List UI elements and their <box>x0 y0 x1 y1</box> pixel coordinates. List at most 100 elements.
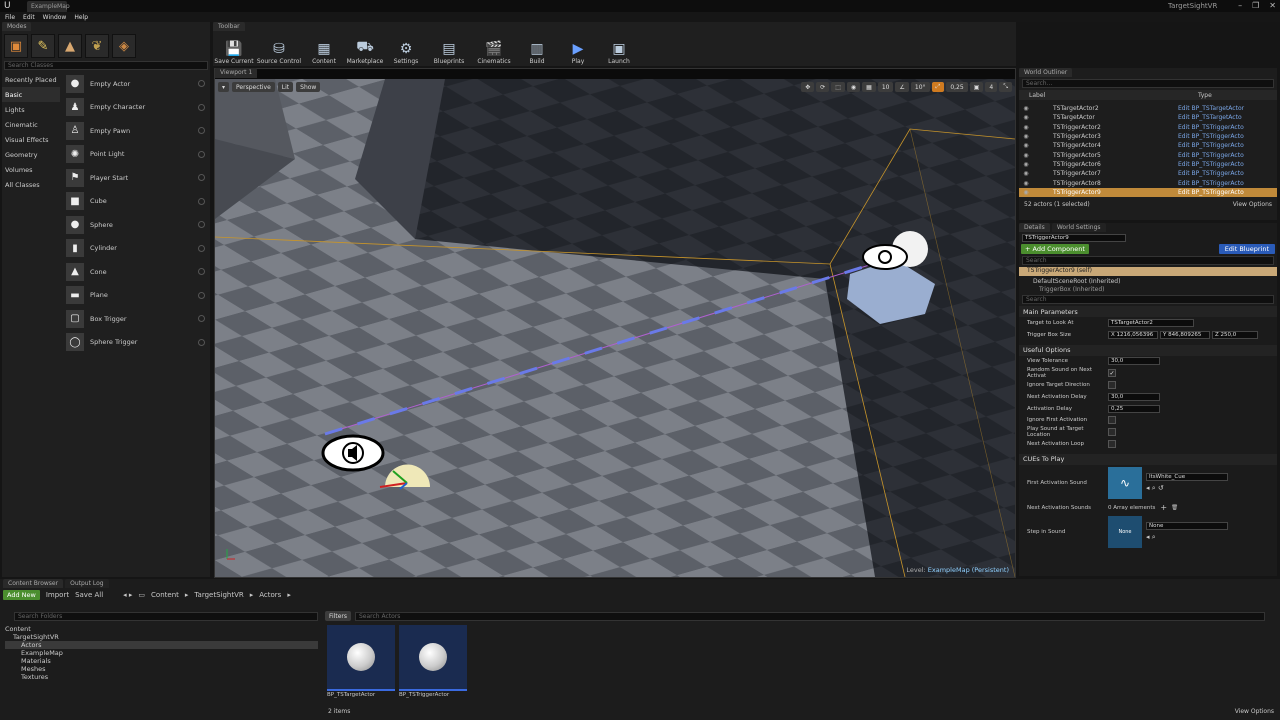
asset-thumbnail[interactable] <box>399 625 467 691</box>
tree-materials[interactable]: Materials <box>5 657 318 665</box>
type-column-header[interactable]: Type <box>1198 92 1212 99</box>
info-icon[interactable] <box>198 268 205 276</box>
info-icon[interactable] <box>198 103 205 111</box>
category-basic[interactable]: Basic <box>2 87 60 102</box>
actor-name-field[interactable]: TSTriggerActor9 <box>1022 234 1126 242</box>
world-outliner-tab[interactable]: World Outliner <box>1019 68 1073 77</box>
maximize-icon[interactable]: ❐ <box>1252 1 1259 10</box>
content-browser-tab[interactable]: Content Browser <box>3 579 64 588</box>
path-targetsightvr[interactable]: TargetSightVR <box>194 591 243 599</box>
random-sound-checkbox[interactable]: ✓ <box>1108 369 1116 378</box>
view-tolerance-input[interactable]: 30,0 <box>1108 357 1160 366</box>
sound-asset-actions[interactable]: ◂ ⌕ ↺ <box>1146 484 1228 493</box>
eye-icon[interactable]: ◉ <box>1019 161 1033 168</box>
asset-thumbnail[interactable] <box>327 625 395 691</box>
search-classes-input[interactable]: Search Classes <box>4 61 208 70</box>
menu-help[interactable]: Help <box>74 14 88 21</box>
menu-edit[interactable]: Edit <box>23 14 35 21</box>
eye-icon[interactable]: ◉ <box>1019 114 1033 121</box>
folder-icon[interactable]: ▭ <box>138 591 145 599</box>
tree-actors[interactable]: Actors <box>5 641 318 649</box>
perspective-button[interactable]: Perspective <box>232 82 275 92</box>
useful-options-section[interactable]: Useful Options <box>1019 344 1277 356</box>
outliner-search-input[interactable]: Search... <box>1022 79 1274 88</box>
edit-blueprint-button[interactable]: Edit Blueprint <box>1218 244 1275 254</box>
info-icon[interactable] <box>198 221 205 229</box>
viewport-panel[interactable]: Viewport 1 ▾ Perspective Lit Show ✥ ⟳ ⬚ … <box>214 68 1016 578</box>
step-sound-dropdown[interactable]: None <box>1146 521 1228 530</box>
place-item[interactable]: ▢ Box Trigger <box>62 307 208 331</box>
menu-file[interactable]: File <box>5 14 15 21</box>
output-log-tab[interactable]: Output Log <box>65 579 109 588</box>
play-button[interactable]: ▶ Play <box>558 31 598 65</box>
component-default-scene-root[interactable]: DefaultSceneRoot (Inherited) <box>1019 276 1277 286</box>
rotation-snap-icon[interactable]: ∠ <box>895 82 909 92</box>
viewport-scene[interactable] <box>215 79 1015 577</box>
menu-window[interactable]: Window <box>43 14 67 21</box>
viewport-options-button[interactable]: ▾ <box>218 82 230 92</box>
add-component-button[interactable]: + Add Component <box>1021 244 1089 254</box>
details-tab[interactable]: Details <box>1019 223 1050 232</box>
outliner-row[interactable]: ◉ TSTriggerActor8 Edit BP_TSTriggerActo <box>1019 178 1277 187</box>
activation-delay-input[interactable]: 0,25 <box>1108 404 1160 413</box>
add-new-button[interactable]: Add New <box>3 590 40 600</box>
tree-content[interactable]: Content <box>5 625 318 633</box>
import-button[interactable]: Import <box>46 591 69 599</box>
source-control-button[interactable]: ⛁ Source Control <box>255 31 303 65</box>
outliner-row-selected[interactable]: ◉ TSTriggerActor9 Edit BP_TSTriggerActo <box>1019 187 1277 197</box>
toolbar-tab[interactable]: Toolbar <box>213 22 245 31</box>
place-item[interactable]: ■ Cube <box>62 190 208 214</box>
cinematics-button[interactable]: 🎬 Cinematics <box>472 31 516 65</box>
rotate-tool-icon[interactable]: ⟳ <box>816 82 830 92</box>
tree-examplemap[interactable]: ExampleMap <box>5 649 318 657</box>
eye-icon[interactable]: ◉ <box>1019 142 1033 149</box>
camera-speed-value[interactable]: 4 <box>985 82 998 92</box>
outliner-row[interactable]: ◉ TSTargetActor Edit BP_TSTargetActo <box>1019 113 1277 122</box>
category-recently-placed[interactable]: Recently Placed <box>2 72 60 87</box>
settings-button[interactable]: ⚙ Settings <box>386 31 426 65</box>
eye-icon[interactable]: ◉ <box>1019 152 1033 159</box>
info-icon[interactable] <box>198 291 205 299</box>
outliner-row[interactable]: ◉ TSTargetActor2 Edit BP_TSTargetActor <box>1019 104 1277 113</box>
place-item[interactable]: ♙ Empty Pawn <box>62 119 208 143</box>
outliner-row[interactable]: ◉ TSTriggerActor4 Edit BP_TSTriggerActo <box>1019 141 1277 150</box>
component-self[interactable]: TSTriggerActor9 (self) <box>1019 267 1277 276</box>
eye-icon[interactable]: ◉ <box>1019 170 1033 177</box>
add-element-icon[interactable]: + <box>1160 503 1167 512</box>
close-icon[interactable]: ✕ <box>1269 1 1276 10</box>
eye-icon[interactable]: ◉ <box>1019 133 1033 140</box>
component-trigger-box[interactable]: TriggerBox (Inherited) <box>1019 286 1277 293</box>
play-at-target-checkbox[interactable] <box>1108 428 1116 437</box>
place-mode-icon[interactable]: ▣ <box>4 34 28 58</box>
trigger-size-z[interactable]: Z 250,0 <box>1212 330 1258 339</box>
blueprints-button[interactable]: ▤ Blueprints <box>427 31 471 65</box>
outliner-row[interactable]: ◉ TSTriggerActor7 Edit BP_TSTriggerActo <box>1019 169 1277 178</box>
place-item[interactable]: ▮ Cylinder <box>62 237 208 261</box>
launch-button[interactable]: ▣ Launch <box>599 31 639 65</box>
ignore-first-checkbox[interactable] <box>1108 416 1116 425</box>
lit-button[interactable]: Lit <box>277 82 294 92</box>
back-icon[interactable]: ◂ ▸ <box>123 591 132 599</box>
category-all-classes[interactable]: All Classes <box>2 177 60 192</box>
step-sound-actions[interactable]: ◂ ⌕ <box>1146 533 1228 542</box>
search-folders-input[interactable]: Search Folders <box>14 612 318 621</box>
target-look-at-dropdown[interactable]: TSTargetActor2 <box>1108 318 1194 327</box>
world-local-icon[interactable]: ◉ <box>846 82 861 92</box>
info-icon[interactable] <box>198 150 205 158</box>
place-item[interactable]: ⚑ Player Start <box>62 166 208 190</box>
modes-tab[interactable]: Modes <box>2 22 32 31</box>
eye-icon[interactable]: ◉ <box>1019 105 1033 112</box>
filters-button[interactable]: Filters <box>325 611 351 621</box>
info-icon[interactable] <box>198 174 205 182</box>
scale-snap-value[interactable]: 0,25 <box>946 82 968 92</box>
world-settings-tab[interactable]: World Settings <box>1051 223 1106 232</box>
ignore-direction-checkbox[interactable] <box>1108 381 1116 390</box>
trigger-size-x[interactable]: X 1216,056396 <box>1108 330 1158 339</box>
translate-tool-icon[interactable]: ✥ <box>801 82 815 92</box>
outliner-row[interactable]: ◉ TSTriggerActor2 Edit BP_TSTriggerActo <box>1019 123 1277 132</box>
next-loop-checkbox[interactable] <box>1108 440 1116 449</box>
label-column-header[interactable]: Label <box>1019 92 1198 99</box>
paint-mode-icon[interactable]: ✎ <box>31 34 55 58</box>
details-search-input[interactable]: Search <box>1022 295 1274 304</box>
outliner-row[interactable]: ◉ TSTriggerActor6 Edit BP_TSTriggerActo <box>1019 160 1277 169</box>
